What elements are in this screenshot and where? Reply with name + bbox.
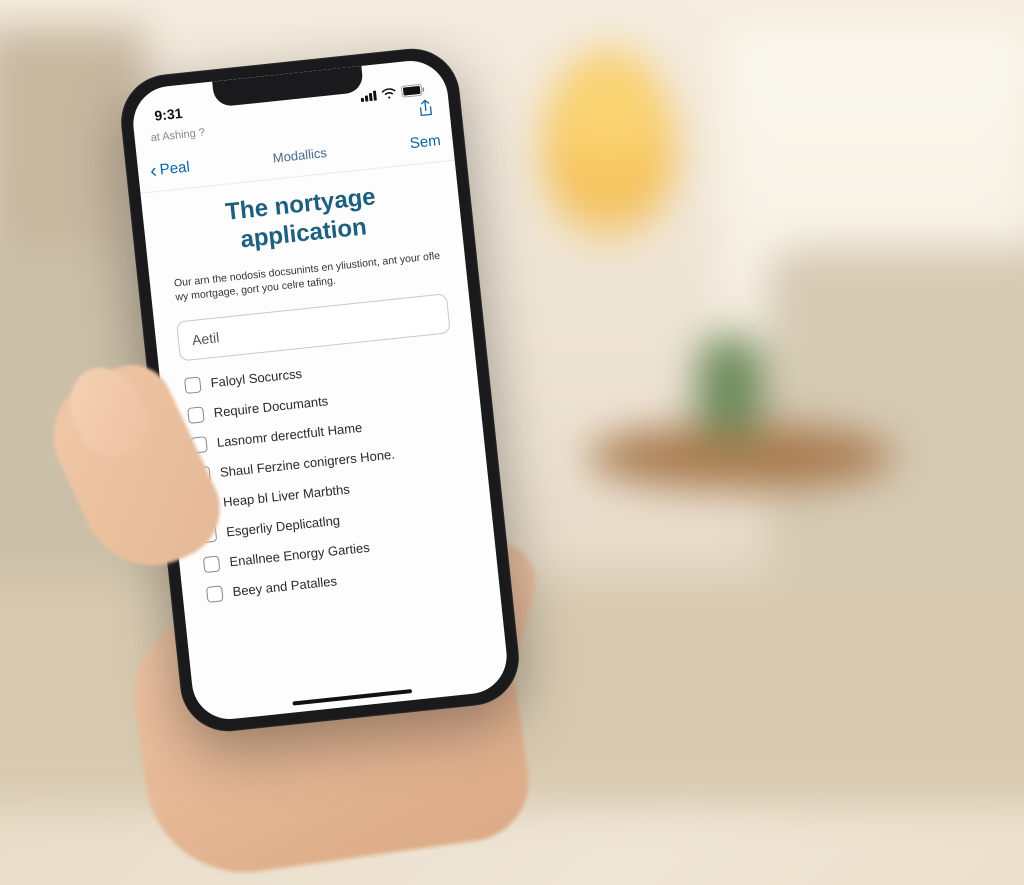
nav-title: Modallics — [272, 145, 327, 166]
checklist: Faloyl Socurcss Require Documants Lasnom… — [181, 343, 477, 610]
share-icon[interactable] — [417, 98, 434, 120]
back-button[interactable]: ‹ Peal — [149, 157, 191, 181]
battery-icon — [401, 83, 426, 97]
checkbox-icon[interactable] — [184, 376, 202, 394]
checkbox-icon[interactable] — [206, 585, 224, 603]
back-label: Peal — [159, 158, 191, 178]
checklist-item-label: Faloyl Socurcss — [210, 366, 303, 391]
wifi-icon — [381, 87, 397, 100]
phone-frame: 9:31 at Ashing ? — [116, 44, 523, 736]
checkbox-icon[interactable] — [203, 555, 221, 573]
page-title: The nortyage application — [164, 177, 441, 263]
phone-screen: 9:31 at Ashing ? — [130, 57, 511, 723]
nav-action-button[interactable]: Sem — [409, 132, 441, 152]
checklist-item-label: Esgerliy Deplicatlng — [226, 513, 341, 540]
cellular-signal-icon — [360, 89, 377, 102]
status-time: 9:31 — [154, 105, 184, 124]
checklist-item-label: Beey and Patalles — [232, 574, 338, 600]
content-area: The nortyage application Our arn the nod… — [140, 161, 510, 723]
checklist-item-label: Require Documants — [213, 394, 329, 421]
chevron-left-icon: ‹ — [149, 160, 158, 181]
secondary-left-label: at Ashing ? — [150, 127, 205, 145]
field-label: Aetil — [191, 329, 220, 348]
checkbox-icon[interactable] — [187, 406, 205, 424]
